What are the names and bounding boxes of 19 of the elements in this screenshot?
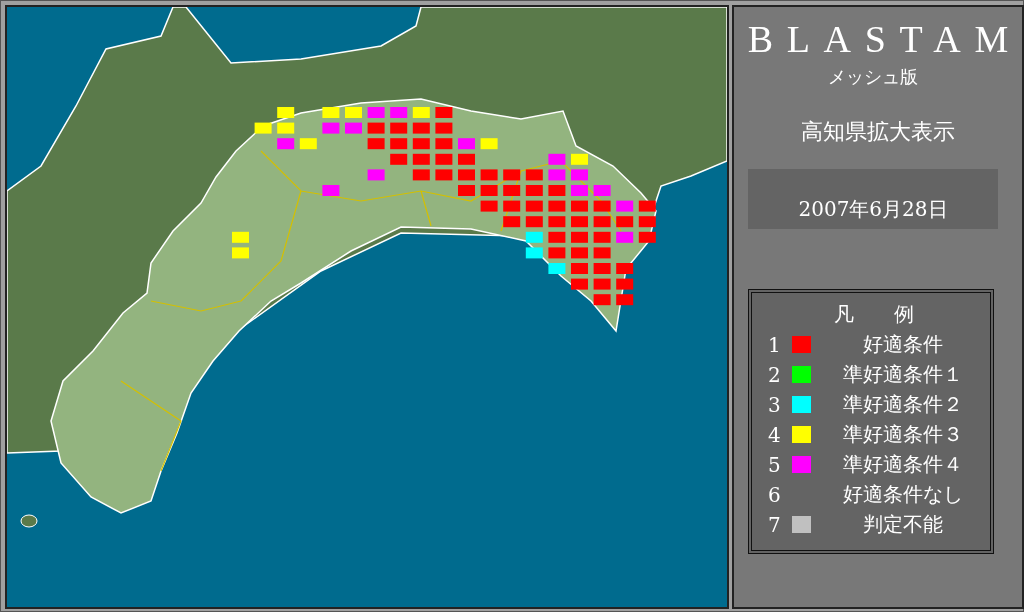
date-text: 2007年6月28日: [798, 195, 948, 223]
legend-label: 準好適条件１: [842, 361, 964, 389]
view-label: 高知県拡大表示: [801, 117, 955, 146]
legend-label: 準好適条件４: [842, 451, 964, 479]
legend-label: 判定不能: [862, 511, 944, 539]
legend-number: 7: [768, 512, 782, 537]
legend-number: 1: [768, 332, 782, 357]
legend-label: 好適条件: [862, 331, 944, 359]
legend-number: 2: [768, 362, 782, 387]
legend-number: 4: [768, 422, 782, 447]
legend-label: 準好適条件２: [842, 391, 964, 419]
legend-label: 準好適条件３: [842, 421, 964, 449]
legend-number: 6: [768, 482, 782, 507]
legend-title: 凡 例: [833, 300, 915, 328]
legend-label: 好適条件なし: [842, 481, 964, 509]
app-title: BLASTAM: [747, 19, 1022, 61]
legend-number: 3: [768, 392, 782, 417]
legend-number: 5: [768, 452, 782, 477]
app-subtitle: メッシュ版: [828, 64, 918, 89]
